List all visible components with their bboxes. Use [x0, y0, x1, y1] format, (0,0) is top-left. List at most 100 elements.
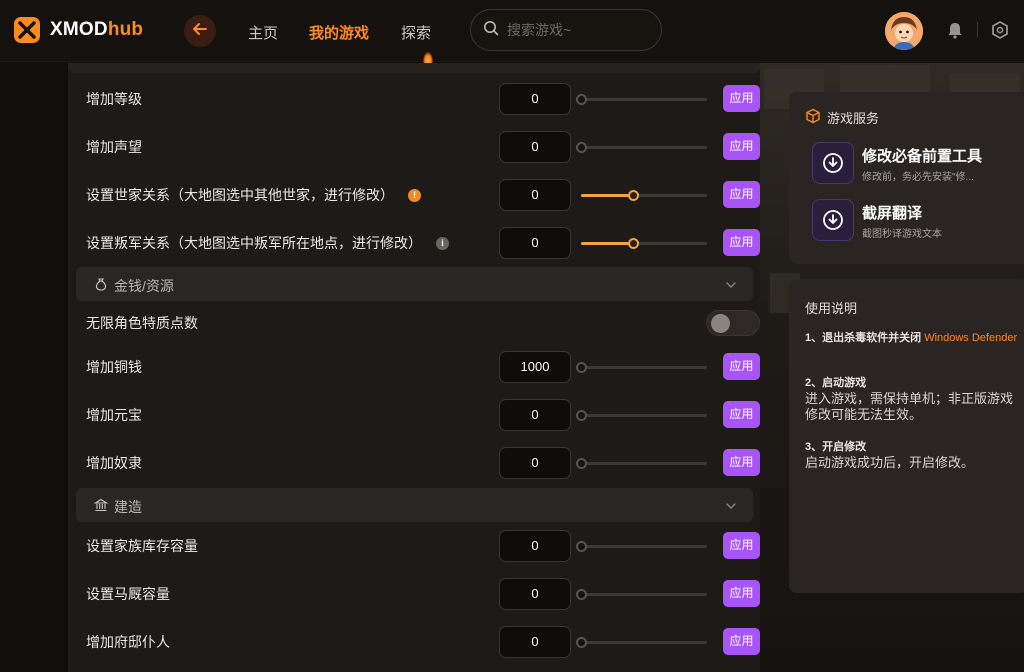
- service-name: 修改必备前置工具: [862, 148, 983, 165]
- slider-knob[interactable]: [576, 541, 587, 552]
- value-input[interactable]: 0: [499, 578, 571, 610]
- windows-defender-link[interactable]: Windows Defender: [924, 332, 1017, 344]
- value-slider[interactable]: [576, 142, 707, 153]
- nav-explore[interactable]: 探索: [401, 22, 431, 43]
- apply-button[interactable]: 应用: [723, 628, 760, 655]
- value-input[interactable]: 0: [499, 447, 571, 479]
- option-label: 设置世家关系（大地图选中其他世家，进行修改）: [86, 187, 394, 203]
- section-header-money[interactable]: 金钱/资源: [76, 267, 753, 301]
- value-slider[interactable]: [576, 458, 707, 469]
- apply-button[interactable]: 应用: [723, 353, 760, 380]
- hexagon-settings-icon[interactable]: [990, 20, 1010, 40]
- apply-button[interactable]: 应用: [723, 85, 760, 112]
- apply-button[interactable]: 应用: [723, 401, 760, 428]
- back-button[interactable]: [184, 15, 216, 47]
- option-row-stable: 设置马厩容量 0 应用: [86, 574, 760, 614]
- download-circle-icon: [812, 199, 854, 241]
- slider-knob[interactable]: [576, 142, 587, 153]
- nav-home[interactable]: 主页: [248, 22, 278, 43]
- value-input[interactable]: 0: [499, 227, 571, 259]
- info-icon[interactable]: i: [436, 236, 449, 250]
- option-row-level: 增加等级 0 应用: [86, 79, 760, 119]
- option-label: 增加奴隶: [86, 455, 142, 471]
- slider-knob[interactable]: [628, 238, 639, 249]
- top-bar: XMODhub 主页 我的游戏 探索: [0, 0, 1024, 62]
- user-avatar[interactable]: [885, 12, 923, 50]
- value-input[interactable]: 0: [499, 399, 571, 431]
- nav-my-games[interactable]: 我的游戏: [309, 22, 369, 43]
- apply-button[interactable]: 应用: [723, 580, 760, 607]
- cheat-options-panel: 增加等级 0 应用 增加声望 0 应用 设置世家关系（大地图选中其他世家，进行修…: [68, 63, 760, 672]
- building-icon: [93, 498, 109, 512]
- option-label: 增加铜钱: [86, 359, 142, 375]
- slider-knob[interactable]: [628, 190, 639, 201]
- step-1-title: 1、退出杀毒软件并关闭 Windows Defender: [805, 331, 1019, 346]
- value-slider[interactable]: [576, 362, 707, 373]
- section-header-build[interactable]: 建造: [76, 488, 753, 522]
- value-slider[interactable]: [576, 637, 707, 648]
- brand-main: XMOD: [50, 19, 108, 40]
- value-input[interactable]: 0: [499, 626, 571, 658]
- service-name: 截屏翻译: [862, 205, 923, 222]
- value-slider[interactable]: [581, 238, 707, 249]
- option-label-wrap: 设置世家关系（大地图选中其他世家，进行修改） !: [86, 185, 421, 205]
- xmod-logo-icon: [12, 15, 42, 45]
- slider-knob[interactable]: [576, 362, 587, 373]
- step-2-body: 进入游戏，需保持单机；非正版游戏修改可能无法生效。: [805, 391, 1014, 422]
- search-icon: [483, 20, 499, 41]
- value-input[interactable]: 1000: [499, 351, 571, 383]
- option-label: 设置马厩容量: [86, 586, 170, 602]
- toggle-knob: [711, 314, 730, 333]
- info-icon[interactable]: !: [408, 188, 421, 202]
- value-input[interactable]: 0: [499, 83, 571, 115]
- slider-knob[interactable]: [576, 410, 587, 421]
- option-label-wrap: 设置叛军关系（大地图选中叛军所在地点，进行修改） i: [86, 233, 449, 253]
- toggle-switch[interactable]: [706, 310, 760, 336]
- service-title-wrap: 游戏服务: [805, 108, 879, 127]
- slider-knob[interactable]: [576, 94, 587, 105]
- chevron-down-icon: [725, 278, 737, 290]
- service-sub: 截图秒译游戏文本: [862, 229, 942, 240]
- apply-button[interactable]: 应用: [723, 229, 760, 256]
- option-row-servants: 增加府邸仆人 0 应用: [86, 622, 760, 662]
- value-input[interactable]: 0: [499, 179, 571, 211]
- bell-icon[interactable]: [945, 20, 965, 40]
- search-input[interactable]: [507, 22, 647, 38]
- service-item-prereq-tool[interactable]: 修改必备前置工具 修改前，务必先安装"修...: [812, 142, 1022, 186]
- slider-knob[interactable]: [576, 589, 587, 600]
- search-box[interactable]: [470, 9, 662, 51]
- value-slider[interactable]: [581, 190, 707, 201]
- step-2-title: 2、启动游戏: [805, 377, 867, 389]
- option-row-reputation: 增加声望 0 应用: [86, 127, 760, 167]
- panel-top-strip: [68, 63, 760, 73]
- section-title: 金钱/资源: [114, 278, 174, 294]
- download-circle-icon: [812, 142, 854, 184]
- gift-box-icon: [805, 108, 821, 127]
- section-title: 建造: [114, 499, 142, 515]
- chevron-down-icon: [725, 499, 737, 511]
- brand-logo[interactable]: XMODhub: [12, 15, 143, 45]
- slider-knob[interactable]: [576, 637, 587, 648]
- value-slider[interactable]: [576, 589, 707, 600]
- apply-button[interactable]: 应用: [723, 449, 760, 476]
- value-slider[interactable]: [576, 94, 707, 105]
- usage-guide-card: 使用说明 1、退出杀毒软件并关闭 Windows Defender 2、启动游戏…: [789, 279, 1024, 593]
- value-input[interactable]: 0: [499, 530, 571, 562]
- option-label: 设置叛军关系（大地图选中叛军所在地点，进行修改）: [86, 235, 422, 251]
- option-row-slaves: 增加奴隶 0 应用: [86, 443, 760, 483]
- slider-knob[interactable]: [576, 458, 587, 469]
- value-slider[interactable]: [576, 410, 707, 421]
- guide-title: 使用说明: [805, 301, 858, 316]
- game-service-card: 游戏服务 修改必备前置工具 修改前，务必先安装"修... 截屏翻译 截图秒译游戏…: [789, 92, 1024, 264]
- option-row-copper: 增加铜钱 1000 应用: [86, 347, 760, 387]
- apply-button[interactable]: 应用: [723, 181, 760, 208]
- option-label: 增加府邸仆人: [86, 634, 170, 650]
- value-slider[interactable]: [576, 541, 707, 552]
- option-row-rebel-relation: 设置叛军关系（大地图选中叛军所在地点，进行修改） i 0 应用: [86, 223, 760, 263]
- service-item-screen-translate[interactable]: 截屏翻译 截图秒译游戏文本: [812, 199, 1022, 243]
- value-input[interactable]: 0: [499, 131, 571, 163]
- apply-button[interactable]: 应用: [723, 532, 760, 559]
- arrow-left-icon: [192, 21, 208, 42]
- service-title: 游戏服务: [827, 111, 880, 126]
- apply-button[interactable]: 应用: [723, 133, 760, 160]
